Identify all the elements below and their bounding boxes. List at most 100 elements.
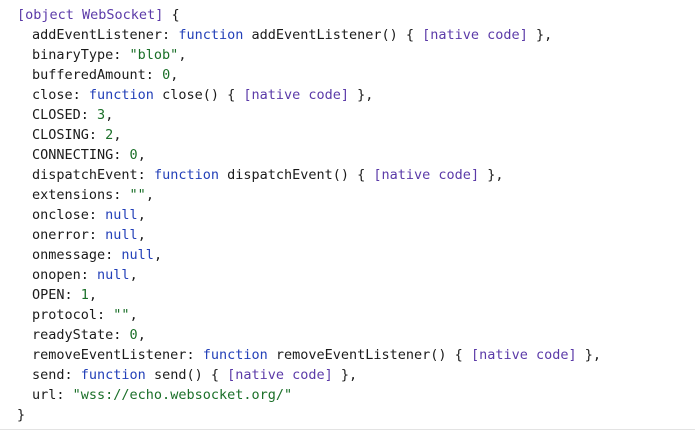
colon: : <box>105 247 122 263</box>
property-line: dispatchEvent: function dispatchEvent() … <box>0 165 695 185</box>
colon: : <box>186 347 203 363</box>
property-key: url <box>32 387 57 403</box>
object-header-line: [object WebSocket] { <box>0 5 695 25</box>
colon: : <box>56 387 73 403</box>
object-footer-line: } <box>0 405 695 425</box>
function-parens: () { <box>186 367 228 383</box>
property-key: protocol <box>32 307 98 323</box>
property-key: binaryType <box>32 47 114 63</box>
property-line: binaryType: "blob", <box>0 45 695 65</box>
line-tail: , <box>137 207 146 223</box>
number-value: 0 <box>129 327 138 343</box>
function-name: send <box>153 367 187 383</box>
colon: : <box>80 107 98 123</box>
property-line: onopen: null, <box>0 265 695 285</box>
function-keyword: function <box>80 367 154 383</box>
native-code: [native code] <box>243 87 350 103</box>
colon: : <box>113 327 130 343</box>
property-line: extensions: "", <box>0 185 695 205</box>
function-parens: () { <box>332 167 374 183</box>
colon: : <box>88 207 106 223</box>
line-tail: }, <box>527 27 553 43</box>
string-value: "blob" <box>129 47 179 63</box>
property-key: readyState <box>32 327 114 343</box>
line-tail: , <box>178 47 187 63</box>
property-line: CLOSED: 3, <box>0 105 695 125</box>
console-output: [object WebSocket] { addEventListener: f… <box>0 0 695 432</box>
object-type-label: object WebSocket <box>25 7 156 23</box>
line-tail: }, <box>479 167 504 183</box>
colon: : <box>80 267 98 283</box>
property-line: close: function close() { [native code] … <box>0 85 695 105</box>
property-key: extensions <box>32 187 114 203</box>
line-tail: }, <box>332 367 358 383</box>
property-list: addEventListener: function addEventListe… <box>0 25 695 405</box>
line-tail: }, <box>576 347 601 363</box>
colon: : <box>64 287 81 303</box>
function-keyword: function <box>202 347 276 363</box>
function-parens: () { <box>381 27 423 43</box>
open-brace: { <box>163 7 180 23</box>
property-line: CLOSING: 2, <box>0 125 695 145</box>
property-line: CONNECTING: 0, <box>0 145 695 165</box>
native-code: [native code] <box>227 367 333 383</box>
colon: : <box>162 27 179 43</box>
string-value: "" <box>129 187 146 203</box>
line-tail: , <box>153 247 163 263</box>
number-value: 1 <box>80 287 89 303</box>
colon: : <box>137 167 154 183</box>
null-value: null <box>121 247 154 263</box>
divider <box>0 429 695 430</box>
line-tail: , <box>129 307 138 323</box>
line-tail: }, <box>349 87 374 103</box>
colon: : <box>113 147 130 163</box>
property-line: protocol: "", <box>0 305 695 325</box>
property-key: onopen <box>32 267 81 283</box>
property-line: bufferedAmount: 0, <box>0 65 695 85</box>
line-tail: , <box>137 147 146 163</box>
line-tail: , <box>88 287 98 303</box>
colon: : <box>145 67 163 83</box>
number-value: 0 <box>162 67 171 83</box>
property-line: OPEN: 1, <box>0 285 695 305</box>
property-key: CLOSED <box>32 107 81 123</box>
function-name: close <box>162 87 203 103</box>
native-code: [native code] <box>470 347 577 363</box>
colon: : <box>88 127 106 143</box>
property-key: OPEN <box>32 287 65 303</box>
function-parens: () { <box>202 87 244 103</box>
function-keyword: function <box>178 27 252 43</box>
property-key: addEventListener <box>32 27 163 43</box>
null-value: null <box>97 267 130 283</box>
line-tail: , <box>113 127 122 143</box>
property-key: dispatchEvent <box>32 167 138 183</box>
line-tail: , <box>170 67 179 83</box>
property-line: send: function send() { [native code] }, <box>0 365 695 385</box>
number-value: 0 <box>129 147 138 163</box>
line-tail: , <box>137 227 146 243</box>
property-line: removeEventListener: function removeEven… <box>0 345 695 365</box>
function-name: addEventListener <box>251 27 382 43</box>
property-line: readyState: 0, <box>0 325 695 345</box>
property-key: removeEventListener <box>32 347 187 363</box>
colon: : <box>88 227 106 243</box>
function-keyword: function <box>153 167 228 183</box>
colon: : <box>72 87 89 103</box>
property-line: url: "wss://echo.websocket.org/" <box>0 385 695 405</box>
null-value: null <box>105 207 138 223</box>
function-name: removeEventListener <box>275 347 431 363</box>
native-code: [native code] <box>422 27 528 43</box>
string-value: "" <box>113 307 130 323</box>
number-value: 3 <box>97 107 106 123</box>
function-name: dispatchEvent <box>227 167 333 183</box>
function-keyword: function <box>88 87 163 103</box>
colon: : <box>113 47 130 63</box>
property-key: onclose <box>32 207 89 223</box>
colon: : <box>64 367 81 383</box>
close-brace: } <box>17 407 26 423</box>
line-tail: , <box>145 187 154 203</box>
property-line: addEventListener: function addEventListe… <box>0 25 695 45</box>
native-code: [native code] <box>373 167 480 183</box>
line-tail: , <box>129 267 138 283</box>
property-key: bufferedAmount <box>32 67 146 83</box>
